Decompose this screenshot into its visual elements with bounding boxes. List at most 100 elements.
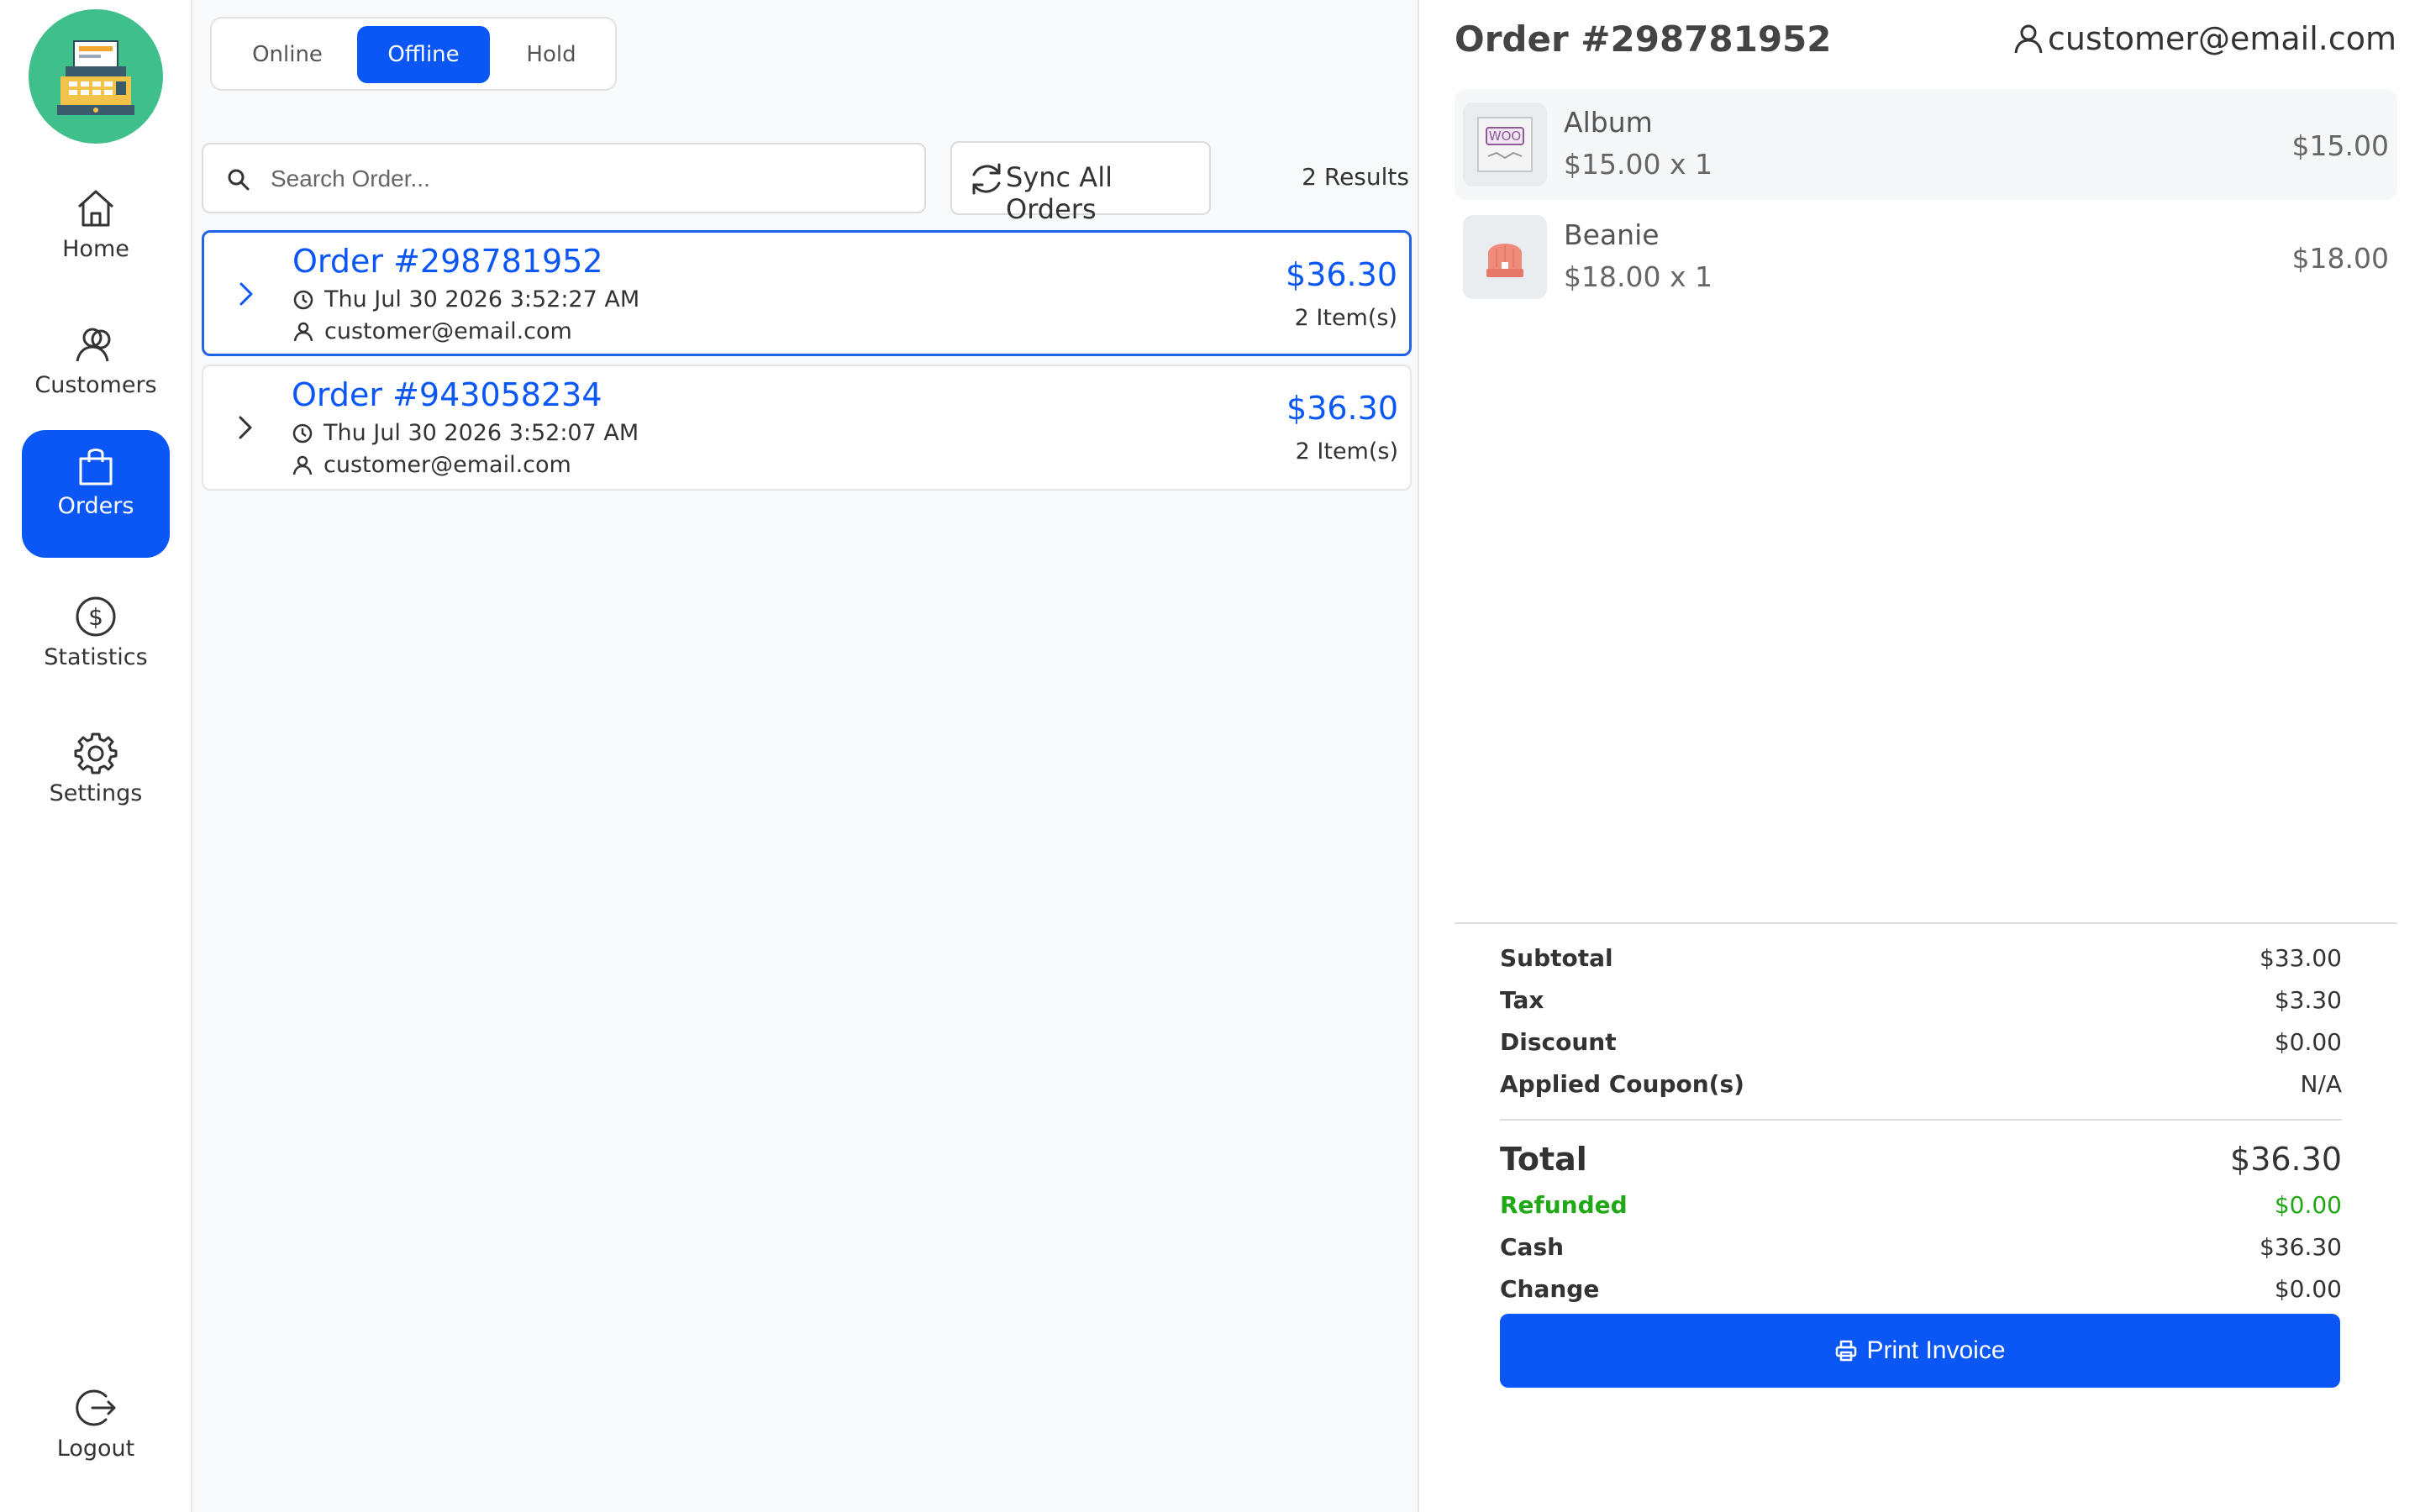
line-item-qty: $18.00 x 1 xyxy=(1564,260,1712,293)
logout-button[interactable]: Logout xyxy=(22,1373,170,1500)
order-detail-pane: Order #298781952 customer@email.com WOO … xyxy=(1419,0,2420,1512)
sidebar-item-home[interactable]: Home xyxy=(22,173,170,301)
total-value: $36.30 xyxy=(2230,1141,2342,1178)
tab-offline[interactable]: Offline xyxy=(357,26,490,83)
user-icon xyxy=(292,454,313,476)
order-date: Thu Jul 30 2026 3:52:27 AM xyxy=(324,286,640,312)
sync-all-orders-button[interactable]: Sync All Orders xyxy=(950,141,1211,225)
sidebar-item-label: Statistics xyxy=(44,644,148,670)
coupon-label: Applied Coupon(s) xyxy=(1500,1070,1744,1098)
cash-register-logo xyxy=(29,9,163,144)
order-customer: customer@email.com xyxy=(324,318,572,344)
tax-value: $3.30 xyxy=(2274,986,2342,1014)
total-divider xyxy=(1500,1119,2342,1121)
tax-label: Tax xyxy=(1500,986,1544,1014)
logout-label: Logout xyxy=(56,1436,135,1462)
cash-label: Cash xyxy=(1500,1233,1565,1261)
sync-label: Sync All Orders xyxy=(1006,161,1113,225)
coupon-value: N/A xyxy=(2300,1070,2342,1098)
sidebar-item-label: Home xyxy=(62,236,129,262)
search-icon xyxy=(227,168,250,192)
line-item-qty: $15.00 x 1 xyxy=(1564,148,1712,181)
home-icon xyxy=(72,173,119,232)
sidebar-item-customers[interactable]: Customers xyxy=(22,309,170,437)
line-item-price: $18.00 xyxy=(2291,242,2389,275)
chevron-right-icon xyxy=(238,281,255,307)
order-card[interactable]: Order #943058234 Thu Jul 30 2026 3:52:07… xyxy=(202,365,1412,491)
cash-value: $36.30 xyxy=(2260,1233,2342,1261)
logout-icon xyxy=(72,1373,119,1431)
svg-text:$: $ xyxy=(88,603,103,631)
sidebar-item-settings[interactable]: Settings xyxy=(22,717,170,845)
order-item-count: 2 Item(s) xyxy=(1294,305,1397,331)
search-box xyxy=(202,143,926,213)
results-count: 2 Results xyxy=(1302,163,1409,191)
sync-icon xyxy=(967,160,1006,198)
subtotal-value: $33.00 xyxy=(2260,944,2342,972)
order-item-count: 2 Item(s) xyxy=(1295,438,1398,465)
shopping-bag-icon xyxy=(72,430,119,489)
clock-icon xyxy=(292,423,313,444)
order-customer: customer@email.com xyxy=(324,452,571,478)
order-date: Thu Jul 30 2026 3:52:07 AM xyxy=(324,420,639,446)
print-invoice-label: Print Invoice xyxy=(1866,1336,2006,1364)
discount-label: Discount xyxy=(1500,1028,1617,1056)
orders-list-pane: Online Offline Hold Sync All Orders 2 Re… xyxy=(192,0,1419,1512)
change-label: Change xyxy=(1500,1275,1600,1303)
change-row: Change $0.00 xyxy=(1500,1275,2342,1303)
sidebar-item-label: Settings xyxy=(49,780,143,806)
order-date-line: Thu Jul 30 2026 3:52:27 AM xyxy=(292,286,639,312)
refunded-row: Refunded $0.00 xyxy=(1500,1191,2342,1219)
printer-icon xyxy=(1834,1339,1858,1362)
dollar-circle-icon: $ xyxy=(72,581,119,640)
order-title: Order #298781952 xyxy=(292,243,603,280)
search-input[interactable] xyxy=(269,156,911,202)
subtotal-label: Subtotal xyxy=(1500,944,1613,972)
change-value: $0.00 xyxy=(2274,1275,2342,1303)
order-status-tabs: Online Offline Hold xyxy=(210,17,617,91)
user-icon xyxy=(292,321,314,343)
order-total: $36.30 xyxy=(1286,390,1398,427)
customer-email: customer@email.com xyxy=(2048,20,2396,57)
order-total: $36.30 xyxy=(1286,256,1397,293)
sidebar: Home Customers Orders $ Statistics Setti… xyxy=(0,0,192,1512)
sidebar-item-orders[interactable]: Orders xyxy=(22,430,170,558)
subtotal-row: Subtotal $33.00 xyxy=(1500,944,2342,972)
sidebar-item-label: Orders xyxy=(57,493,134,519)
order-date-line: Thu Jul 30 2026 3:52:07 AM xyxy=(292,420,639,446)
line-item[interactable]: Beanie $18.00 x 1 $18.00 xyxy=(1455,202,2397,312)
tab-hold[interactable]: Hold xyxy=(496,26,607,83)
clock-icon xyxy=(292,289,314,311)
gear-icon xyxy=(72,717,119,776)
tax-row: Tax $3.30 xyxy=(1500,986,2342,1014)
discount-value: $0.00 xyxy=(2274,1028,2342,1056)
sidebar-item-label: Customers xyxy=(34,372,157,398)
line-item[interactable]: WOO Album $15.00 x 1 $15.00 xyxy=(1455,89,2397,200)
sidebar-item-statistics[interactable]: $ Statistics xyxy=(22,581,170,709)
summary-divider xyxy=(1455,922,2397,924)
order-detail-title: Order #298781952 xyxy=(1455,18,1832,60)
order-customer-line: customer@email.com xyxy=(292,452,571,478)
order-title: Order #943058234 xyxy=(292,376,602,413)
total-label: Total xyxy=(1500,1141,1587,1178)
print-invoice-button[interactable]: Print Invoice xyxy=(1500,1314,2340,1388)
tab-online[interactable]: Online xyxy=(224,26,351,83)
album-thumbnail: WOO xyxy=(1463,102,1547,186)
total-row: Total $36.30 xyxy=(1500,1141,2342,1178)
refunded-label: Refunded xyxy=(1500,1191,1628,1219)
line-item-name: Album xyxy=(1564,106,1653,139)
order-detail-customer: customer@email.com xyxy=(2012,20,2396,57)
chevron-right-icon xyxy=(237,415,254,440)
order-card[interactable]: Order #298781952 Thu Jul 30 2026 3:52:27… xyxy=(202,230,1412,356)
discount-row: Discount $0.00 xyxy=(1500,1028,2342,1056)
svg-text:WOO: WOO xyxy=(1489,129,1521,144)
coupon-row: Applied Coupon(s) N/A xyxy=(1500,1070,2342,1098)
customers-icon xyxy=(72,309,119,368)
user-icon xyxy=(2012,23,2044,55)
refunded-value: $0.00 xyxy=(2274,1191,2342,1219)
beanie-thumbnail xyxy=(1463,215,1547,299)
line-item-price: $15.00 xyxy=(2291,129,2389,162)
cash-row: Cash $36.30 xyxy=(1500,1233,2342,1261)
line-item-name: Beanie xyxy=(1564,218,1660,251)
order-customer-line: customer@email.com xyxy=(292,318,572,344)
